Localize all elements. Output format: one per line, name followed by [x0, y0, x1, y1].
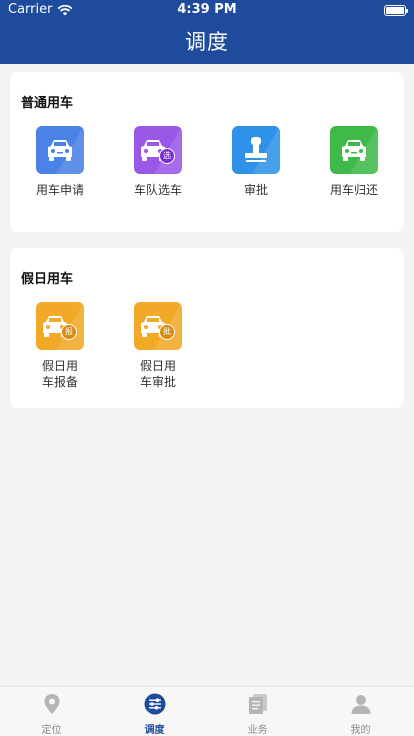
tab-dispatch[interactable]: 调度 — [103, 693, 206, 736]
status-time: 4:39 PM — [177, 2, 237, 17]
return-car-button[interactable]: 用车归还 — [307, 126, 401, 198]
apply-car-button[interactable]: 用车申请 — [13, 126, 107, 198]
car-return-icon — [330, 126, 378, 174]
tab-label: 我的 — [350, 725, 371, 736]
business-documents-icon — [248, 694, 267, 714]
dispatch-sliders-icon — [144, 693, 165, 715]
item-label: 用车申请 — [35, 183, 84, 197]
item-label-line1: 假日用 — [139, 359, 176, 373]
tab-location[interactable]: 定位 — [0, 693, 103, 736]
tab-label: 调度 — [144, 725, 165, 736]
car-report-icon: 报 — [36, 302, 84, 350]
tab-label: 业务 — [247, 725, 268, 736]
holiday-car-report-button[interactable]: 报 假日用 车报备 — [13, 302, 107, 390]
item-label: 假日用 车审批 — [111, 358, 205, 390]
badge-text: 选 — [163, 151, 171, 160]
tab-business[interactable]: 业务 — [206, 693, 309, 736]
stamp-icon — [232, 126, 280, 174]
approval-button[interactable]: 审批 — [209, 126, 303, 198]
item-label-line2: 车审批 — [139, 375, 176, 389]
item-label: 用车归还 — [329, 183, 378, 197]
page-title: 调度 — [185, 30, 229, 54]
status-bar: Carrier 4:39 PM — [0, 0, 414, 20]
car-select-icon: 选 — [134, 126, 182, 174]
item-label-line1: 假日用 — [41, 359, 78, 373]
car-icon — [36, 126, 84, 174]
location-pin-icon — [44, 694, 59, 714]
tab-bar: 定位 调度 业务 我的 — [0, 686, 414, 736]
tab-label: 定位 — [41, 725, 62, 736]
car-approve-icon: 批 — [134, 302, 182, 350]
section-holiday-car: 假日用车 报 假日用 车报备 批 假日用 车审批 — [10, 248, 404, 408]
section-title: 普通用车 — [21, 96, 74, 111]
profile-icon — [351, 695, 370, 714]
navigation-bar: Carrier 4:39 PM 调度 — [0, 0, 414, 64]
battery-icon — [384, 5, 408, 16]
holiday-car-approve-button[interactable]: 批 假日用 车审批 — [111, 302, 205, 390]
badge-text: 批 — [163, 327, 171, 336]
item-label-line2: 车报备 — [41, 375, 78, 389]
fleet-select-car-button[interactable]: 选 车队选车 — [111, 126, 205, 198]
badge-text: 报 — [65, 327, 73, 336]
item-label: 假日用 车报备 — [13, 358, 107, 390]
section-regular-car: 普通用车 用车申请 选 车队选车 审批 用车归还 — [10, 72, 404, 232]
section-title: 假日用车 — [21, 272, 74, 287]
item-label: 审批 — [243, 183, 268, 197]
tab-mine[interactable]: 我的 — [309, 693, 412, 736]
item-label: 车队选车 — [133, 183, 182, 197]
